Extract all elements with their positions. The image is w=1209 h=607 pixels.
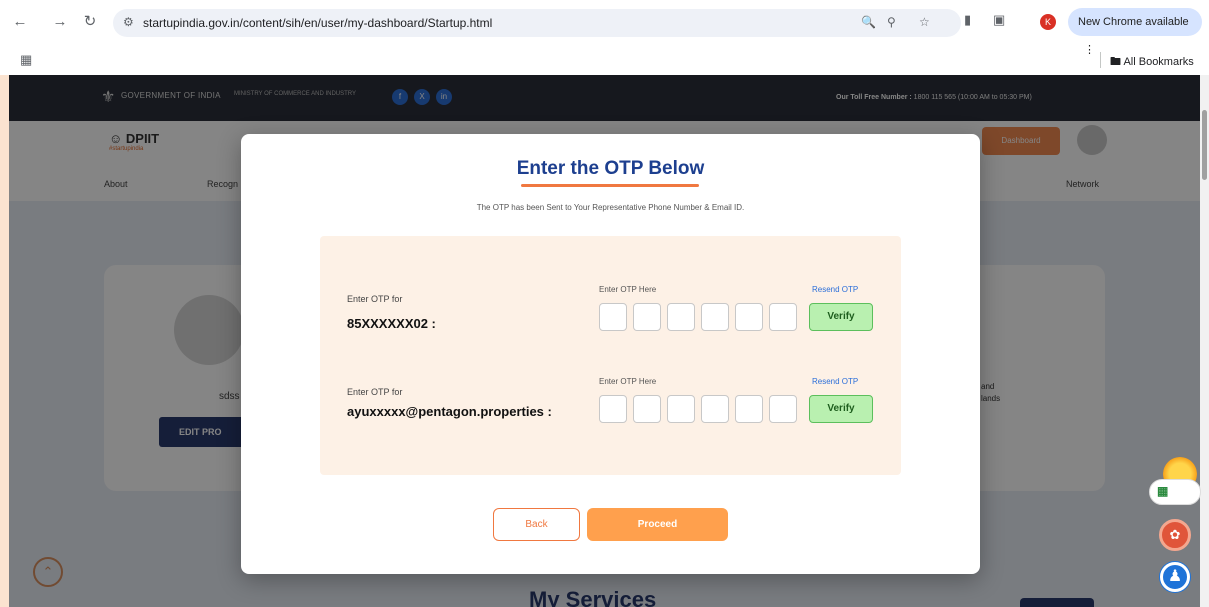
- chrome-update-label: New Chrome available: [1078, 16, 1189, 28]
- chat-glyph-icon: ▦: [1157, 484, 1169, 498]
- url-text[interactable]: startupindia.gov.in/content/sih/en/user/…: [143, 16, 492, 30]
- puzzle-icon[interactable]: ▣: [993, 12, 1005, 28]
- all-bookmarks-label: All Bookmarks: [1123, 56, 1194, 68]
- otp-digit-input[interactable]: [701, 395, 729, 423]
- otp-digit-input[interactable]: [667, 303, 695, 331]
- otp-panel: Enter OTP for 85XXXXXX02 : Enter OTP Her…: [320, 236, 901, 475]
- otp-digit-input[interactable]: [633, 303, 661, 331]
- otp-digit-input[interactable]: [633, 395, 661, 423]
- back-arrow-icon[interactable]: ←: [10, 12, 30, 32]
- browser-chrome: ← → ↻ ⚙ startupindia.gov.in/content/sih/…: [0, 0, 1209, 75]
- proceed-button[interactable]: Proceed: [587, 508, 728, 541]
- extension-icon[interactable]: ▮: [964, 12, 971, 28]
- apps-grid-icon[interactable]: ▦: [20, 52, 32, 68]
- modal-title: Enter the OTP Below: [516, 158, 705, 179]
- back-button[interactable]: Back: [493, 508, 580, 541]
- chatbot-widget[interactable]: ▦: [1149, 457, 1201, 509]
- otp-digit-input[interactable]: [769, 303, 797, 331]
- forward-arrow-icon[interactable]: →: [50, 12, 70, 32]
- resend-otp-phone-link[interactable]: Resend OTP: [812, 285, 858, 294]
- modal-subtitle: The OTP has been Sent to Your Representa…: [476, 203, 745, 212]
- bookmarks-divider: [1100, 52, 1101, 68]
- bookmark-star-icon[interactable]: ☆: [919, 15, 930, 29]
- password-key-icon[interactable]: ⚲: [887, 15, 896, 29]
- site-info-icon[interactable]: ⚙: [123, 15, 134, 29]
- otp-row-contact-phone: 85XXXXXX02 :: [347, 316, 436, 331]
- bookmarks-bar: ▦ 🖿 All Bookmarks: [0, 44, 1209, 75]
- otp-digit-input[interactable]: [769, 395, 797, 423]
- profile-avatar[interactable]: K: [1040, 14, 1056, 30]
- otp-here-label-phone: Enter OTP Here: [599, 285, 657, 294]
- otp-modal: Enter the OTP Below The OTP has been Sen…: [241, 134, 980, 574]
- zoom-icon[interactable]: 🔍: [861, 15, 876, 29]
- verify-phone-button[interactable]: Verify: [809, 303, 873, 331]
- title-underline: [521, 184, 699, 187]
- otp-row-label-phone: Enter OTP for: [347, 294, 403, 304]
- resend-otp-email-link[interactable]: Resend OTP: [812, 377, 858, 386]
- otp-digit-input[interactable]: [599, 395, 627, 423]
- all-bookmarks-button[interactable]: 🖿 All Bookmarks: [1110, 53, 1194, 72]
- otp-digit-input[interactable]: [735, 303, 763, 331]
- accessibility-icon[interactable]: ♟: [1160, 562, 1190, 592]
- scrollbar-thumb[interactable]: [1202, 110, 1207, 180]
- otp-here-label-email: Enter OTP Here: [599, 377, 657, 386]
- browser-toolbar: ← → ↻ ⚙ startupindia.gov.in/content/sih/…: [0, 0, 1209, 56]
- otp-row-label-email: Enter OTP for: [347, 387, 403, 397]
- chrome-update-button[interactable]: New Chrome available ⋮: [1068, 8, 1202, 56]
- verify-email-button[interactable]: Verify: [809, 395, 873, 423]
- otp-row-contact-email: ayuxxxxx@pentagon.properties :: [347, 404, 552, 419]
- address-bar[interactable]: ⚙ startupindia.gov.in/content/sih/en/use…: [113, 9, 961, 37]
- otp-digit-input[interactable]: [599, 303, 627, 331]
- reload-icon[interactable]: ↻: [80, 12, 100, 32]
- otp-digit-input[interactable]: [667, 395, 695, 423]
- otp-digit-input[interactable]: [701, 303, 729, 331]
- otp-digit-input[interactable]: [735, 395, 763, 423]
- emblem-widget-icon[interactable]: ✿: [1159, 519, 1191, 551]
